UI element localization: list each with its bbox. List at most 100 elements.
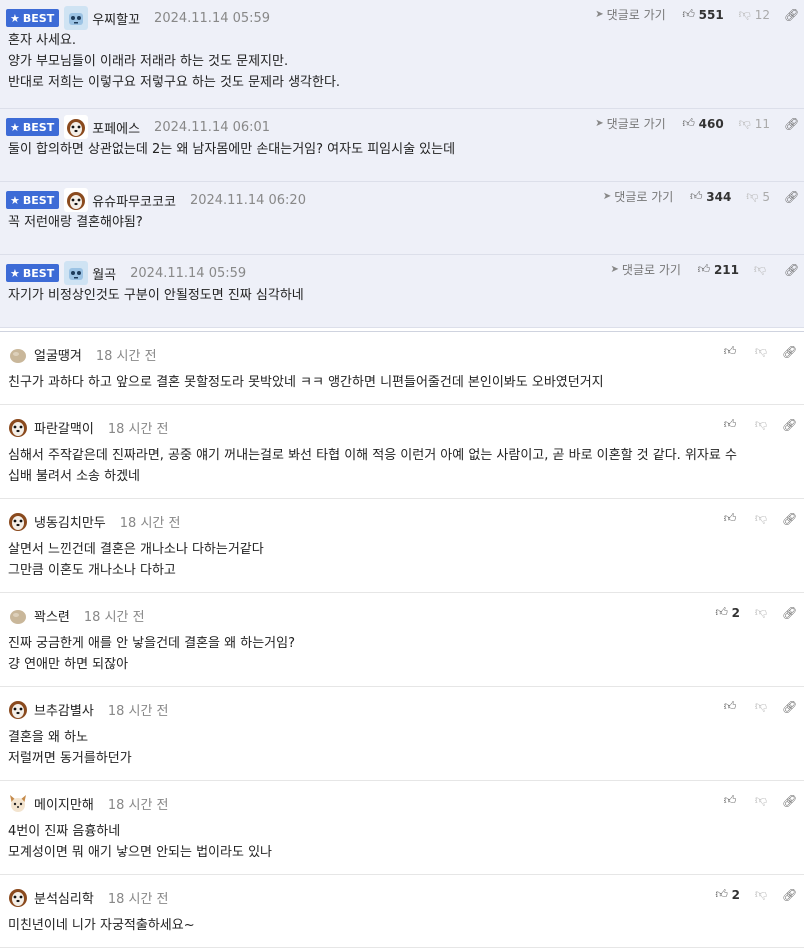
star-icon: ★ [10, 11, 20, 25]
thumbs-down-icon[interactable]: 👎︎ [754, 344, 768, 359]
comment: 냉동김치만두 18 시간 전 👍︎ 👎︎ 🔗︎ 살면서 느낀건데 결혼은 개나소나 다하는… [0, 499, 804, 593]
link-icon[interactable]: 🔗︎ [782, 888, 797, 902]
nickname[interactable]: 분석심리학 [34, 888, 94, 907]
comment-line: 4번이 진짜 음흉하네 [8, 824, 121, 839]
comment-header: 꽉스련 18 시간 전 [6, 603, 145, 627]
comment: 얼굴땡겨 18 시간 전 👍︎ 👎︎ 🔗︎ 친구가 과하다 하고 앞으로 결혼 못할정도라… [0, 332, 804, 405]
robot-icon[interactable] [64, 6, 89, 30]
upvote-count: 2 [731, 887, 740, 902]
comment-header: 분석심리학 18 시간 전 [6, 885, 169, 909]
nickname[interactable]: 얼굴땡겨 [34, 345, 82, 364]
thumbs-up-icon[interactable]: 👍︎ [715, 887, 729, 902]
comment-body: 둘이 합의하면 상관없는데 2는 왜 남자몸에만 손대는거임? 여자도 피임시술… [8, 139, 455, 160]
best-comment: ★ BEST 포페에스 2024.11.14 06:01 ➤ 댓글로 가기 👍︎ 460 👎︎ 1… [0, 109, 804, 182]
thumbs-down-icon[interactable]: 👎︎ [754, 699, 768, 714]
go-to-reply-link[interactable]: ➤ 댓글로 가기 [595, 115, 665, 132]
comment: 브추감별사 18 시간 전 👍︎ 👎︎ 🔗︎ 결혼을 왜 하노 저럴꺼면 동거를하던가 [0, 687, 804, 781]
best-comment: ★ BEST 월곡 2024.11.14 05:59 ➤ 댓글로 가기 👍︎ 211 👎︎ 🔗︎ 자… [0, 255, 804, 328]
link-icon[interactable]: 🔗︎ [782, 512, 797, 526]
nickname[interactable]: 냉동김치만두 [34, 512, 106, 531]
nickname[interactable]: 파란갈맥이 [34, 418, 94, 437]
thumbs-up-icon[interactable]: 👍︎ [723, 417, 737, 432]
best-label: BEST [22, 120, 55, 134]
comment-line: 자기가 비정상인것도 구분이 안될정도면 진짜 심각하네 [8, 288, 304, 303]
dog-icon[interactable] [6, 509, 30, 533]
comment-line: 심해서 주작같은데 진짜라면, 공중 얘기 꺼내는걸로 봐선 타협 이해 적응 … [8, 448, 737, 463]
link-icon[interactable]: 🔗︎ [782, 794, 797, 808]
send-arrow-icon: ➤ [610, 264, 619, 275]
link-icon[interactable]: 🔗︎ [782, 418, 797, 432]
thumbs-down-icon[interactable]: 👎︎ [754, 793, 768, 808]
comment-actions: ➤ 댓글로 가기 👍︎ 211 👎︎ 🔗︎ [611, 261, 800, 278]
upvote-count: 2 [731, 605, 740, 620]
blob-icon[interactable] [6, 342, 30, 366]
reply-label: 댓글로 가기 [621, 263, 681, 277]
cat-icon[interactable] [6, 791, 30, 815]
best-badge: ★ BEST [6, 191, 60, 209]
comment-line: 저럴꺼면 동거를하던가 [8, 751, 132, 766]
comment-body: 살면서 느낀건데 결혼은 개나소나 다하는거같다 그만큼 이혼도 개나소나 다하고 [8, 539, 264, 581]
go-to-reply-link[interactable]: ➤ 댓글로 가기 [603, 188, 673, 205]
dog-icon[interactable] [64, 115, 89, 139]
downvote-count: 5 [762, 189, 770, 204]
comment-header: 냉동김치만두 18 시간 전 [6, 509, 181, 533]
comment-line: 양가 부모님들이 이래라 저래라 하는 것도 문제지만. [8, 54, 289, 69]
nickname[interactable]: 월곡 [92, 264, 116, 283]
link-icon[interactable]: 🔗︎ [784, 8, 799, 22]
nickname[interactable]: 꽉스련 [34, 606, 70, 625]
nickname[interactable]: 메이지만해 [34, 794, 94, 813]
comment-body: 미친년이네 니가 자궁적출하세요~ [8, 915, 195, 936]
thumbs-up-icon[interactable]: 👍︎ [682, 116, 696, 131]
robot-icon[interactable] [64, 261, 89, 285]
nickname[interactable]: 브추감별사 [34, 700, 94, 719]
comment-time: 18 시간 전 [119, 515, 181, 531]
comment-header: ★ BEST 유슈파무코코코 2024.11.14 06:20 [6, 188, 306, 212]
nickname[interactable]: 우찌할꼬 [92, 9, 140, 28]
reply-label: 댓글로 가기 [606, 8, 666, 22]
link-icon[interactable]: 🔗︎ [784, 117, 799, 131]
thumbs-up-icon[interactable]: 👍︎ [682, 7, 696, 22]
thumbs-down-icon[interactable]: 👎︎ [738, 116, 752, 131]
best-label: BEST [22, 193, 55, 207]
dog-icon[interactable] [6, 697, 30, 721]
nickname[interactable]: 포페에스 [92, 118, 140, 137]
comment-line: 진짜 궁금한게 애를 안 낳을건데 결혼을 왜 하는거임? [8, 636, 295, 651]
blob-icon[interactable] [6, 603, 30, 627]
thumbs-down-icon[interactable]: 👎︎ [745, 189, 759, 204]
thumbs-up-icon[interactable]: 👍︎ [723, 699, 737, 714]
link-icon[interactable]: 🔗︎ [784, 263, 799, 277]
comment-actions: 👍︎ 2 👎︎ 🔗︎ [715, 605, 797, 620]
thumbs-down-icon[interactable]: 👎︎ [753, 262, 767, 277]
thumbs-up-icon[interactable]: 👍︎ [723, 511, 737, 526]
thumbs-down-icon[interactable]: 👎︎ [754, 417, 768, 432]
comment-actions: 👍︎ 👎︎ 🔗︎ [723, 699, 798, 714]
comment-actions: ➤ 댓글로 가기 👍︎ 551 👎︎ 12 🔗︎ [595, 6, 799, 23]
thumbs-up-icon[interactable]: 👍︎ [689, 189, 703, 204]
nickname[interactable]: 유슈파무코코코 [92, 191, 176, 210]
thumbs-down-icon[interactable]: 👎︎ [754, 887, 768, 902]
comment-body: 심해서 주작같은데 진짜라면, 공중 얘기 꺼내는걸로 봐선 타협 이해 적응 … [8, 445, 737, 487]
link-icon[interactable]: 🔗︎ [782, 700, 797, 714]
thumbs-up-icon[interactable]: 👍︎ [723, 793, 737, 808]
reply-label: 댓글로 가기 [606, 117, 666, 131]
comment-actions: 👍︎ 👎︎ 🔗︎ [723, 417, 798, 432]
comment-actions: 👍︎ 👎︎ 🔗︎ [723, 511, 798, 526]
dog-icon[interactable] [6, 885, 30, 909]
thumbs-up-icon[interactable]: 👍︎ [697, 262, 711, 277]
dog-icon[interactable] [64, 188, 89, 212]
thumbs-down-icon[interactable]: 👎︎ [754, 511, 768, 526]
dog-icon[interactable] [6, 415, 30, 439]
go-to-reply-link[interactable]: ➤ 댓글로 가기 [611, 261, 681, 278]
downvote-count: 12 [754, 7, 770, 22]
comment-actions: 👍︎ 👎︎ 🔗︎ [723, 793, 798, 808]
comment-body: 친구가 과하다 하고 앞으로 결혼 못할정도라 못박았네 ㅋㅋ 앵간하면 니편들… [8, 372, 604, 393]
link-icon[interactable]: 🔗︎ [782, 345, 797, 359]
comment-header: 파란갈맥이 18 시간 전 [6, 415, 169, 439]
go-to-reply-link[interactable]: ➤ 댓글로 가기 [595, 6, 665, 23]
thumbs-up-icon[interactable]: 👍︎ [715, 605, 729, 620]
thumbs-up-icon[interactable]: 👍︎ [723, 344, 737, 359]
thumbs-down-icon[interactable]: 👎︎ [738, 7, 752, 22]
link-icon[interactable]: 🔗︎ [784, 190, 799, 204]
link-icon[interactable]: 🔗︎ [782, 606, 797, 620]
thumbs-down-icon[interactable]: 👎︎ [754, 605, 768, 620]
